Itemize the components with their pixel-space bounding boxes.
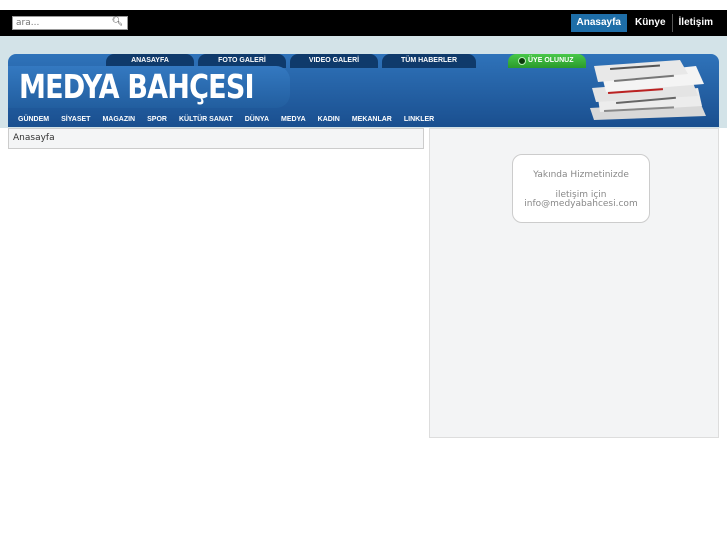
- breadcrumb-home[interactable]: Anasayfa: [13, 133, 55, 143]
- cat-kultur-sanat[interactable]: KÜLTÜR SANAT: [179, 113, 233, 127]
- nav-video-galeri[interactable]: VIDEO GALERİ: [290, 54, 378, 68]
- breadcrumb: Anasayfa: [8, 128, 424, 149]
- coming-soon-notice: Yakında Hizmetinizde iletişim için info@…: [512, 154, 650, 223]
- cat-gundem[interactable]: GÜNDEM: [18, 113, 49, 127]
- newspaper-stack-icon: [590, 60, 706, 120]
- sidebar: Yakında Hizmetinizde iletişim için info@…: [429, 128, 719, 438]
- notice-email: info@medyabahcesi.com: [524, 199, 638, 209]
- search-box[interactable]: 🔍︎: [12, 16, 128, 30]
- top-link-kunye[interactable]: Künye: [629, 14, 673, 32]
- category-nav: GÜNDEM SİYASET MAGAZIN SPOR KÜLTÜR SANAT…: [8, 113, 446, 127]
- cat-medya[interactable]: MEDYA: [281, 113, 306, 127]
- top-bar: 🔍︎ Anasayfa Künye İletişim: [0, 10, 727, 36]
- cat-dunya[interactable]: DÜNYA: [245, 113, 269, 127]
- site-logo[interactable]: MEDYA BAHÇESI: [19, 67, 255, 106]
- top-links: Anasayfa Künye İletişim: [570, 13, 720, 33]
- member-signup-label: ÜYE OLUNUZ: [528, 57, 574, 64]
- cat-siyaset[interactable]: SİYASET: [61, 113, 90, 127]
- search-input[interactable]: [16, 17, 108, 29]
- member-signup-link[interactable]: ÜYE OLUNUZ: [508, 54, 586, 68]
- nav-tum-haberler[interactable]: TÜM HABERLER: [382, 54, 476, 68]
- top-link-anasayfa[interactable]: Anasayfa: [570, 14, 627, 32]
- top-link-iletisim[interactable]: İletişim: [673, 14, 719, 32]
- notice-title: Yakında Hizmetinizde: [533, 170, 629, 180]
- search-icon[interactable]: 🔍︎: [112, 17, 123, 27]
- status-dot-icon: [518, 57, 526, 65]
- cat-kadin[interactable]: KADIN: [318, 113, 340, 127]
- cat-magazin[interactable]: MAGAZIN: [102, 113, 135, 127]
- site-header: ANASAYFA FOTO GALERİ VIDEO GALERİ TÜM HA…: [8, 54, 719, 127]
- cat-spor[interactable]: SPOR: [147, 113, 167, 127]
- cat-linkler[interactable]: LINKLER: [404, 113, 434, 127]
- cat-mekanlar[interactable]: MEKANLAR: [352, 113, 392, 127]
